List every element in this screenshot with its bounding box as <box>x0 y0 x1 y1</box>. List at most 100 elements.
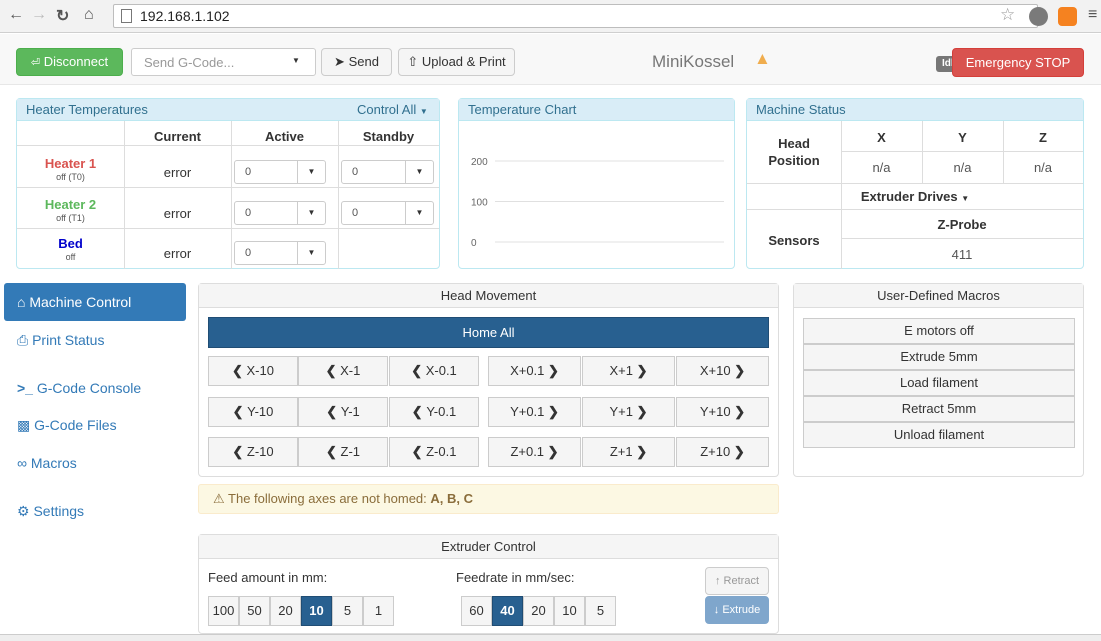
bookmark-star-icon[interactable]: ☆ <box>1000 5 1015 25</box>
chevron-down-icon[interactable]: ▼ <box>405 202 433 224</box>
homing-warning: ⚠ The following axes are not homed: A, B… <box>198 484 779 514</box>
option-button[interactable]: 10 <box>301 596 332 626</box>
heater-state[interactable]: off (T1) <box>17 213 124 223</box>
jog-button[interactable]: ❮ Z-0.1 <box>389 437 479 467</box>
feed-amount-label: Feed amount in mm: <box>208 570 328 585</box>
extrude-button[interactable]: ↓ Extrude <box>705 596 769 624</box>
jog-button[interactable]: ❮ X-0.1 <box>389 356 479 386</box>
page-bottom <box>0 634 1101 641</box>
active-temp-input[interactable]: 0 ▼ <box>234 160 326 184</box>
heater-state[interactable]: off <box>17 252 124 262</box>
warning-icon: ⚠ <box>213 491 225 506</box>
active-temp-input[interactable]: 0 ▼ <box>234 241 326 265</box>
jog-button[interactable]: X+1 ❯ <box>582 356 675 386</box>
chevron-down-icon[interactable]: ▼ <box>297 202 325 224</box>
back-icon[interactable]: ← <box>8 6 24 24</box>
standby-temp-input[interactable]: 0 ▼ <box>341 201 434 225</box>
gear-icon: ⚙ <box>17 503 30 519</box>
warning-icon: ▲ <box>754 49 771 68</box>
sidebar-item-print-status[interactable]: ⎙ Print Status <box>4 321 186 359</box>
option-button[interactable]: 10 <box>554 596 585 626</box>
extension-icon[interactable] <box>1058 7 1077 26</box>
jog-button[interactable]: Z+0.1 ❯ <box>488 437 581 467</box>
upload-print-button[interactable]: ⇧ Upload & Print <box>398 48 515 76</box>
macro-button[interactable]: E motors off <box>803 318 1075 344</box>
chevron-down-icon[interactable]: ▼ <box>292 56 300 65</box>
home-icon[interactable]: ⌂ <box>84 6 94 24</box>
jog-button[interactable]: ❮ X-10 <box>208 356 298 386</box>
address-bar[interactable]: 192.168.1.102 <box>113 4 1038 28</box>
sidebar-item-gcode-console[interactable]: >_ G-Code Console <box>4 369 186 407</box>
machine-name: MiniKossel <box>652 52 735 71</box>
heater-panel: Heater Temperatures Control All ▼ Curren… <box>16 98 440 269</box>
heater-state[interactable]: off (T0) <box>17 172 124 182</box>
jog-button[interactable]: Y+10 ❯ <box>676 397 769 427</box>
chevron-down-icon[interactable]: ▼ <box>405 161 433 183</box>
chevron-down-icon[interactable]: ▼ <box>297 161 325 183</box>
position-label: Position <box>768 153 820 168</box>
option-button[interactable]: 100 <box>208 596 239 626</box>
sidebar-item-settings[interactable]: ⚙ Settings <box>4 492 186 530</box>
jog-button[interactable]: Y+0.1 ❯ <box>488 397 581 427</box>
gcode-placeholder: Send G-Code... <box>144 55 235 70</box>
macro-button[interactable]: Unload filament <box>803 422 1075 448</box>
sidebar-item-gcode-files[interactable]: ▩ G-Code Files <box>4 406 186 444</box>
retract-button[interactable]: ↑ Retract <box>705 567 769 595</box>
option-button[interactable]: 20 <box>523 596 554 626</box>
panel-title: User-Defined Macros <box>794 284 1083 308</box>
heater-current: error <box>163 206 192 221</box>
option-button[interactable]: 60 <box>461 596 492 626</box>
extension-icon[interactable] <box>1029 7 1048 26</box>
gcode-input[interactable]: Send G-Code... ▼ <box>131 48 418 76</box>
col-current: Current <box>154 129 201 144</box>
send-button[interactable]: ➤ Send <box>321 48 392 76</box>
jog-button[interactable]: ❮ Z-1 <box>298 437 388 467</box>
jog-button[interactable]: Y+1 ❯ <box>582 397 675 427</box>
extruder-drives-dropdown[interactable]: Extruder Drives ▼ <box>747 189 1083 204</box>
standby-temp-input[interactable]: 0 ▼ <box>341 160 434 184</box>
option-button[interactable]: 40 <box>492 596 523 626</box>
jog-button[interactable]: ❮ Y-10 <box>208 397 298 427</box>
jog-button[interactable]: ❮ Y-1 <box>298 397 388 427</box>
jog-button[interactable]: Z+10 ❯ <box>676 437 769 467</box>
page-icon <box>121 9 132 23</box>
sidebar-item-macros[interactable]: ∞ Macros <box>4 444 186 482</box>
home-all-button[interactable]: Home All <box>208 317 769 348</box>
chevron-left-icon: ❮ <box>232 444 247 459</box>
y-axis-label: Y <box>958 130 967 145</box>
emergency-stop-button[interactable]: Emergency STOP <box>952 48 1084 77</box>
macro-button[interactable]: Extrude 5mm <box>803 344 1075 370</box>
option-button[interactable]: 50 <box>239 596 270 626</box>
head-label: Head <box>778 136 810 151</box>
option-button[interactable]: 5 <box>332 596 363 626</box>
disconnect-button[interactable]: ⏎ Disconnect <box>16 48 123 76</box>
chevron-down-icon[interactable]: ▼ <box>297 242 325 264</box>
z-axis-label: Z <box>1039 130 1047 145</box>
option-button[interactable]: 1 <box>363 596 394 626</box>
option-button[interactable]: 5 <box>585 596 616 626</box>
chevron-right-icon: ❯ <box>544 444 559 459</box>
sensors-label: Sensors <box>768 233 820 248</box>
active-temp-input[interactable]: 0 ▼ <box>234 201 326 225</box>
url-text: 192.168.1.102 <box>140 8 230 24</box>
jog-button[interactable]: X+10 ❯ <box>676 356 769 386</box>
reload-icon[interactable]: ↻ <box>56 6 69 26</box>
jog-button[interactable]: ❮ Z-10 <box>208 437 298 467</box>
macro-button[interactable]: Load filament <box>803 370 1075 396</box>
sidebar-item-machine-control[interactable]: ⌂ Machine Control <box>4 283 186 321</box>
jog-button[interactable]: ❮ Y-0.1 <box>389 397 479 427</box>
control-all-dropdown[interactable]: Control All ▼ <box>357 99 428 123</box>
chevron-left-icon: ❮ <box>411 404 427 419</box>
chevron-left-icon: ❮ <box>326 404 341 419</box>
link-icon: ∞ <box>17 455 27 471</box>
forward-icon[interactable]: → <box>31 6 47 24</box>
option-button[interactable]: 20 <box>270 596 301 626</box>
chevron-right-icon: ❯ <box>544 404 559 419</box>
jog-button[interactable]: ❮ X-1 <box>298 356 388 386</box>
jog-button[interactable]: X+0.1 ❯ <box>488 356 581 386</box>
macro-button[interactable]: Retract 5mm <box>803 396 1075 422</box>
menu-icon[interactable]: ≡ <box>1088 6 1097 24</box>
z-position: n/a <box>1033 160 1053 175</box>
machine-status-panel: Machine Status Head Position X Y Z n/a n… <box>746 98 1084 269</box>
jog-button[interactable]: Z+1 ❯ <box>582 437 675 467</box>
